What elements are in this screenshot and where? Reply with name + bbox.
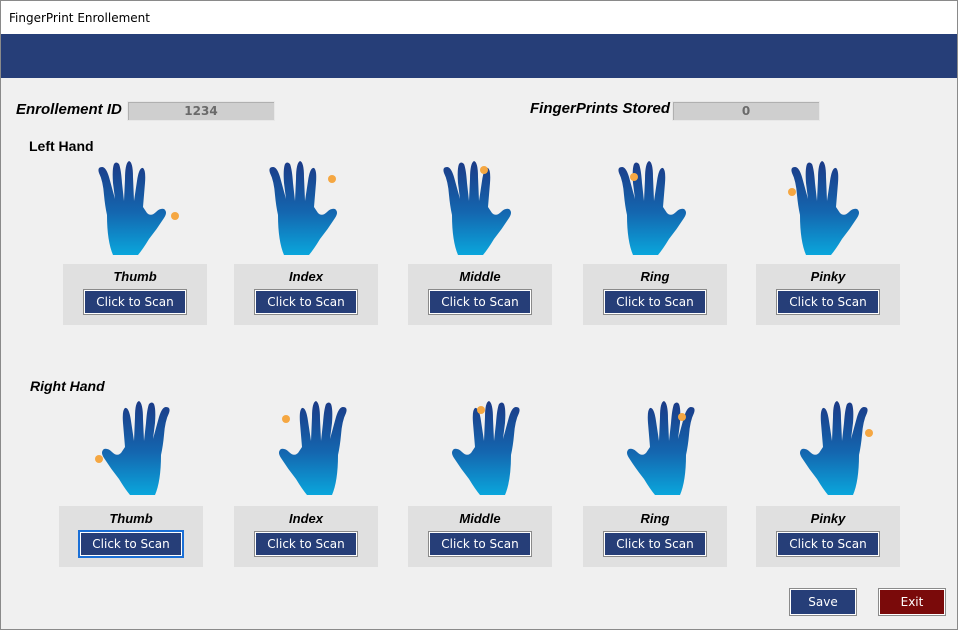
left-pinky-card: Pinky Click to Scan: [756, 264, 900, 325]
left-middle-scan-button[interactable]: Click to Scan: [428, 289, 532, 315]
right-thumb-card: Thumb Click to Scan: [59, 506, 203, 567]
fingerprints-stored-label: FingerPrints Stored: [530, 100, 671, 117]
header-banner: [1, 34, 957, 78]
right-ring-hand-icon: [608, 401, 708, 501]
left-index-name: Index: [289, 269, 323, 284]
right-middle-name: Middle: [459, 511, 501, 526]
left-middle-hand-icon: [443, 161, 511, 255]
left-ring-name: Ring: [640, 269, 670, 284]
left-middle-name: Middle: [459, 269, 501, 284]
left-pinky-scan-button[interactable]: Click to Scan: [776, 289, 880, 315]
enrollment-id-label: Enrollement ID: [16, 101, 122, 118]
left-index-card: Index Click to Scan: [234, 264, 378, 325]
right-index-card: Index Click to Scan: [234, 506, 378, 567]
right-pinky-hand-icon: [781, 401, 873, 501]
right-middle-scan-button[interactable]: Click to Scan: [428, 531, 532, 557]
save-button[interactable]: Save: [789, 588, 857, 616]
right-thumb-hand-icon: [95, 401, 183, 501]
exit-button[interactable]: Exit: [878, 588, 946, 616]
fingerprint-enrollment-window: FingerPrint Enrollement Enrollement ID 1…: [0, 0, 958, 630]
right-hand-title: Right Hand: [30, 378, 105, 394]
right-index-hand-icon: [260, 401, 360, 501]
right-middle-hand-icon: [433, 401, 533, 501]
right-pinky-card: Pinky Click to Scan: [756, 506, 900, 567]
left-index-hand-icon: [269, 161, 337, 255]
left-ring-card: Ring Click to Scan: [583, 264, 727, 325]
right-thumb-scan-button[interactable]: Click to Scan: [78, 530, 184, 558]
window-title: FingerPrint Enrollement: [9, 11, 150, 25]
right-ring-scan-button[interactable]: Click to Scan: [603, 531, 707, 557]
right-index-name: Index: [289, 511, 323, 526]
right-pinky-scan-button[interactable]: Click to Scan: [776, 531, 880, 557]
right-middle-card: Middle Click to Scan: [408, 506, 552, 567]
left-thumb-scan-button[interactable]: Click to Scan: [83, 289, 187, 315]
left-thumb-name: Thumb: [113, 269, 157, 284]
enrollment-id-field[interactable]: 1234: [127, 101, 275, 121]
left-index-scan-button[interactable]: Click to Scan: [254, 289, 358, 315]
left-ring-scan-button[interactable]: Click to Scan: [603, 289, 707, 315]
left-ring-hand-icon: [618, 161, 686, 255]
left-thumb-card: Thumb Click to Scan: [63, 264, 207, 325]
left-hand-title: Left Hand: [29, 138, 94, 154]
right-index-scan-button[interactable]: Click to Scan: [254, 531, 358, 557]
left-pinky-hand-icon: [788, 161, 859, 255]
right-pinky-name: Pinky: [810, 511, 846, 526]
left-pinky-name: Pinky: [810, 269, 846, 284]
fingerprints-stored-field: 0: [672, 101, 820, 121]
left-middle-card: Middle Click to Scan: [408, 264, 552, 325]
title-bar: FingerPrint Enrollement: [1, 1, 957, 34]
right-thumb-name: Thumb: [109, 511, 153, 526]
left-thumb-hand-icon: [98, 161, 179, 255]
right-ring-card: Ring Click to Scan: [583, 506, 727, 567]
right-ring-name: Ring: [640, 511, 670, 526]
